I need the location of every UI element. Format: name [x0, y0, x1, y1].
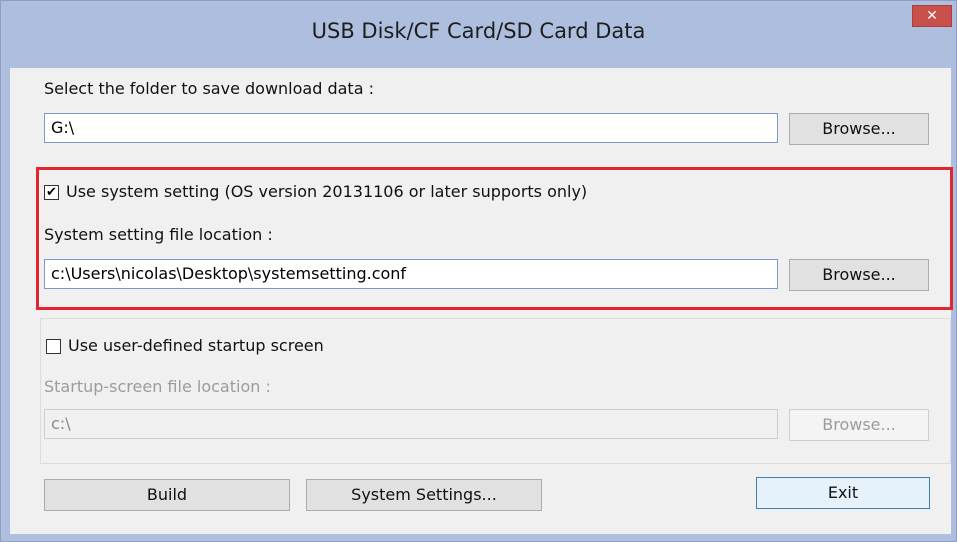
- exit-button[interactable]: Exit: [756, 477, 930, 509]
- use-system-setting-checkbox[interactable]: ✔: [44, 185, 59, 200]
- build-button[interactable]: Build: [44, 479, 290, 511]
- use-startup-screen-checkbox[interactable]: [46, 339, 61, 354]
- system-settings-button[interactable]: System Settings...: [306, 479, 542, 511]
- startup-browse-button[interactable]: Browse...: [789, 409, 929, 441]
- close-button[interactable]: ✕: [912, 5, 952, 27]
- download-folder-label: Select the folder to save download data …: [44, 79, 374, 98]
- download-folder-field[interactable]: G:\: [44, 113, 778, 143]
- checkmark-icon: ✔: [46, 185, 57, 200]
- window-title: USB Disk/CF Card/SD Card Data: [311, 19, 646, 43]
- title-bar[interactable]: USB Disk/CF Card/SD Card Data ✕: [1, 1, 956, 67]
- system-setting-browse-button[interactable]: Browse...: [789, 259, 929, 291]
- system-setting-file-field[interactable]: c:\Users\nicolas\Desktop\systemsetting.c…: [44, 259, 778, 289]
- startup-location-label: Startup-screen file location :: [44, 377, 271, 396]
- use-system-setting-label[interactable]: Use system setting (OS version 20131106 …: [66, 182, 587, 201]
- startup-file-field[interactable]: c:\: [44, 409, 778, 439]
- dialog-body: Select the folder to save download data …: [10, 68, 953, 534]
- close-icon: ✕: [926, 8, 938, 24]
- dialog-window: USB Disk/CF Card/SD Card Data ✕ Select t…: [0, 0, 957, 542]
- system-setting-location-label: System setting file location :: [44, 225, 273, 244]
- use-startup-screen-label[interactable]: Use user-defined startup screen: [68, 336, 324, 355]
- download-browse-button[interactable]: Browse...: [789, 113, 929, 145]
